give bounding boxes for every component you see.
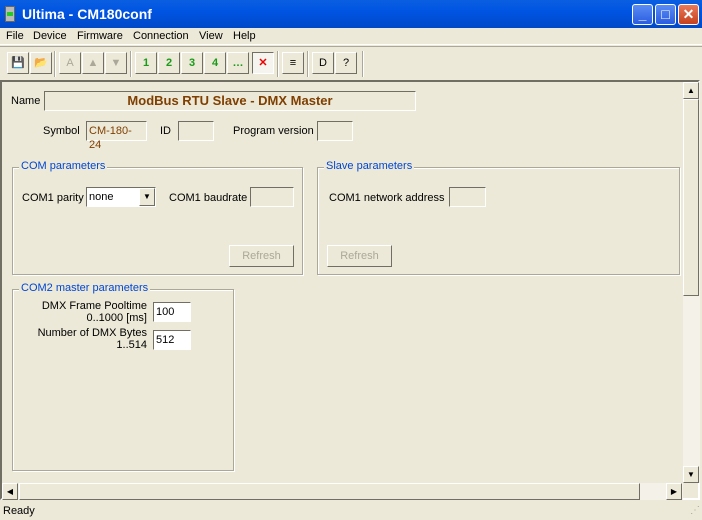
com2-master-parameters-group: COM2 master parameters DMX Frame Pooltim… — [12, 282, 234, 471]
group-title: COM parameters — [19, 160, 108, 172]
connect-2-icon: 2 — [165, 57, 173, 69]
menu-view[interactable]: View — [199, 30, 223, 42]
monitor-button[interactable]: ≡ — [282, 52, 304, 74]
dmx-bytes-label-line1: Number of DMX Bytes — [37, 327, 147, 339]
menu-device[interactable]: Device — [33, 30, 67, 42]
horizontal-scroll-thumb[interactable] — [19, 483, 640, 500]
symbol-field: CM-180-24 — [86, 121, 147, 151]
id-field — [178, 121, 214, 141]
com1-parity-label: COM1 parity — [22, 192, 84, 204]
dmx-bytes-label-line2: 1..514 — [116, 339, 147, 351]
menu-firmware[interactable]: Firmware — [77, 30, 123, 42]
window-title: Ultima - CM180conf — [22, 6, 152, 22]
scroll-down-arrow-icon[interactable]: ▼ — [683, 466, 699, 483]
app-icon — [5, 6, 15, 22]
pooltime-label-line1: DMX Frame Pooltime — [41, 300, 147, 312]
disconnect-icon: ✕ — [258, 57, 268, 69]
com1-parity-value: none — [89, 191, 114, 203]
toolbar-separator — [307, 51, 309, 77]
com1-parity-select[interactable]: none ▼ — [86, 187, 156, 207]
status-text: Ready — [3, 505, 35, 517]
pooltime-label-line2: 0..1000 [ms] — [86, 312, 147, 324]
open-folder-button[interactable]: 📂 — [30, 52, 52, 74]
program-version-label: Program version — [233, 125, 314, 137]
resize-grip-icon[interactable]: ⋰ — [690, 505, 700, 516]
horizontal-scrollbar[interactable]: ◀ ▶ — [2, 483, 683, 500]
doc-icon: D — [319, 57, 327, 69]
connect-auto-icon: … — [232, 57, 244, 69]
connect-2-button[interactable]: 2 — [158, 52, 180, 74]
connect-auto-button[interactable]: … — [227, 52, 249, 74]
com1-network-address-label: COM1 network address — [329, 192, 445, 204]
upload-icon: ▲ — [87, 57, 99, 69]
vertical-scroll-thumb[interactable] — [683, 99, 699, 296]
symbol-label: Symbol — [43, 125, 80, 137]
slave-refresh-button[interactable]: Refresh — [327, 245, 392, 267]
program-version-field — [317, 121, 353, 141]
download-button[interactable]: ▼ — [105, 52, 127, 74]
com1-baudrate-field — [250, 187, 294, 207]
scroll-right-arrow-icon[interactable]: ▶ — [666, 483, 682, 500]
connect-1-button[interactable]: 1 — [135, 52, 157, 74]
menu-file[interactable]: File — [6, 30, 24, 42]
dmx-bytes-label: Number of DMX Bytes 1..514 — [13, 327, 147, 351]
menu-connection[interactable]: Connection — [133, 30, 189, 42]
close-button[interactable]: ✕ — [678, 4, 699, 25]
menu-bar: File Device Firmware Connection View Hel… — [0, 28, 702, 45]
scroll-up-arrow-icon[interactable]: ▲ — [683, 82, 699, 99]
minimize-button[interactable]: _ — [632, 4, 653, 25]
save-icon: 💾 — [11, 57, 25, 69]
monitor-icon: ≡ — [289, 57, 297, 69]
toolbar-separator — [54, 51, 56, 77]
open-folder-icon: 📂 — [34, 57, 48, 69]
vertical-scrollbar[interactable]: ▲ ▼ — [683, 82, 700, 483]
toolbar: 💾 📂 A ▲ ▼ 1 2 3 4 … ✕ ≡ D? — [0, 46, 702, 78]
com1-network-address-field — [449, 187, 486, 207]
status-bar: Ready ⋰ — [0, 501, 702, 520]
com1-baudrate-label: COM1 baudrate — [169, 192, 248, 204]
connect-4-icon: 4 — [211, 57, 219, 69]
toolbar-separator — [277, 51, 279, 77]
title-bar: Ultima - CM180conf _ □ ✕ — [0, 0, 702, 28]
pooltime-input[interactable]: 100 — [153, 302, 191, 322]
maximize-button[interactable]: □ — [655, 4, 676, 25]
auto-button[interactable]: A — [59, 52, 81, 74]
name-field: ModBus RTU Slave - DMX Master — [44, 91, 416, 111]
menu-help[interactable]: Help — [233, 30, 256, 42]
group-title: COM2 master parameters — [19, 282, 151, 294]
connect-3-icon: 3 — [188, 57, 196, 69]
name-label: Name — [11, 95, 41, 107]
upload-button[interactable]: ▲ — [82, 52, 104, 74]
com-parameters-group: COM parameters COM1 parity none ▼ COM1 b… — [12, 160, 303, 275]
help-icon: ? — [342, 57, 350, 69]
connect-1-icon: 1 — [142, 57, 150, 69]
save-button[interactable]: 💾 — [7, 52, 29, 74]
form-area: Name ModBus RTU Slave - DMX Master Symbo… — [0, 80, 700, 500]
connect-3-button[interactable]: 3 — [181, 52, 203, 74]
slave-parameters-group: Slave parameters COM1 network address Re… — [317, 160, 680, 275]
com-refresh-button[interactable]: Refresh — [229, 245, 294, 267]
download-icon: ▼ — [110, 57, 122, 69]
doc-button[interactable]: D — [312, 52, 334, 74]
auto-icon: A — [66, 57, 74, 69]
id-label: ID — [160, 125, 171, 137]
group-title: Slave parameters — [324, 160, 415, 172]
disconnect-button[interactable]: ✕ — [252, 52, 274, 74]
connect-4-button[interactable]: 4 — [204, 52, 226, 74]
dmx-bytes-input[interactable]: 512 — [153, 330, 191, 350]
scroll-left-arrow-icon[interactable]: ◀ — [2, 483, 18, 500]
pooltime-label: DMX Frame Pooltime 0..1000 [ms] — [13, 300, 147, 324]
toolbar-separator — [130, 51, 132, 77]
toolbar-separator — [362, 51, 364, 77]
chevron-down-icon[interactable]: ▼ — [139, 188, 155, 206]
help-button[interactable]: ? — [335, 52, 357, 74]
